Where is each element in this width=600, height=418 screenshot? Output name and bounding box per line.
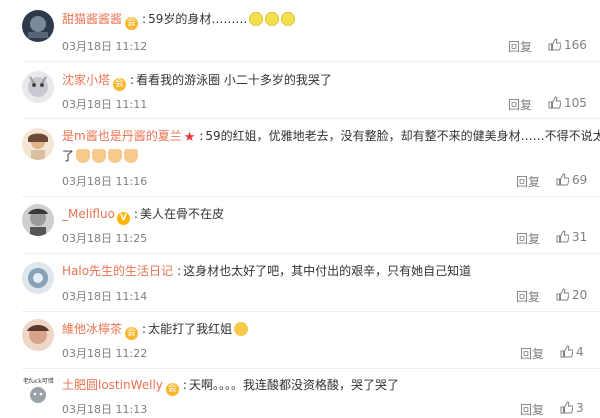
reply-button[interactable]: 回复 [508, 38, 532, 55]
thumbs-up-icon [556, 173, 570, 189]
avatar[interactable] [22, 71, 54, 103]
comment-text: 看看我的游泳圈 小二十多岁的我哭了 [136, 73, 332, 87]
lemon-emoji-icon [281, 12, 296, 26]
like-button[interactable]: 3 [560, 401, 584, 417]
like-button[interactable]: 105 [548, 96, 587, 112]
username-link[interactable]: 維他冰檸茶 [62, 322, 122, 336]
thumbs-up-icon [548, 96, 562, 112]
comment-text: 59岁的身材……… [148, 12, 248, 26]
comment-text: 天啊。。。。我连酸都没资格酸，哭了哭了 [188, 378, 399, 392]
username-link[interactable]: _Melifluo [62, 207, 115, 221]
comment-text: 59的红姐，优雅地老去，没有整脸，却有整不来的健美身材……不得不说太羡慕 [205, 129, 600, 143]
username-link[interactable]: 是m酱也是丹酱的夏兰 [62, 129, 182, 143]
vip-badge-icon: 会 [125, 17, 139, 30]
like-button[interactable]: 166 [548, 38, 587, 54]
comment-time: 03月18日 11:25 [62, 232, 148, 245]
divider [22, 368, 600, 369]
comment-line: 土肥圆lostinWelly 会: 天啊。。。。我连酸都没资格酸，哭了哭了 [62, 378, 399, 396]
vip-badge-icon: 会 [165, 383, 179, 396]
like-button[interactable]: 4 [560, 345, 584, 361]
avatar[interactable] [22, 319, 54, 351]
avatar[interactable] [22, 10, 54, 42]
comment-time: 03月18日 11:12 [62, 40, 148, 53]
like-count: 20 [572, 288, 588, 302]
avatar[interactable] [22, 262, 54, 294]
like-count: 4 [576, 345, 584, 359]
vip-badge-icon: 会 [113, 78, 127, 91]
comment-time: 03月18日 11:13 [62, 403, 148, 416]
comment-text: 太能打了我红姐 [148, 322, 233, 336]
clap-emoji-icon [108, 149, 123, 163]
reply-button[interactable]: 回复 [520, 401, 544, 418]
reply-button[interactable]: 回复 [516, 288, 540, 305]
avatar[interactable] [22, 128, 54, 160]
thumbs-up-icon [548, 38, 562, 54]
star-badge-icon: ★ [183, 130, 196, 145]
comment-line-continued: 了 [62, 148, 590, 165]
username-link[interactable]: 土肥圆lostinWelly [62, 378, 163, 392]
reply-button[interactable]: 回复 [508, 96, 532, 113]
comment-text: 美人在骨不在皮 [139, 207, 224, 221]
verified-v-badge-icon: V [116, 212, 130, 225]
vip-badge-icon: 会 [125, 327, 139, 340]
like-count: 3 [576, 401, 584, 415]
thumbs-up-icon [560, 401, 574, 417]
clap-emoji-icon [76, 149, 91, 163]
comment-time: 03月18日 11:22 [62, 347, 148, 360]
comment-line: 是m酱也是丹酱的夏兰 ★:59的红姐，优雅地老去，没有整脸，却有整不来的健美身材…… [62, 128, 600, 146]
like-button[interactable]: 31 [556, 230, 587, 246]
like-count: 31 [572, 230, 588, 244]
avatar-caption: 老fuck可惜 [23, 377, 54, 385]
comment-time: 03月18日 11:14 [62, 290, 148, 303]
like-button[interactable]: 69 [556, 173, 587, 189]
comment-line: 甜猫酱酱酱会:59岁的身材……… [62, 11, 590, 30]
divider [22, 311, 600, 312]
avatar[interactable] [22, 204, 54, 236]
comment-time: 03月18日 11:11 [62, 98, 148, 111]
like-button[interactable]: 20 [556, 288, 587, 304]
username-link[interactable]: 沈家小塔 [62, 73, 110, 87]
comment-time: 03月18日 11:16 [62, 175, 148, 188]
comment-line: Halo先生的生活日记: 这身材也太好了吧，其中付出的艰辛，只有她自己知道 [62, 264, 472, 278]
clap-emoji-icon [92, 149, 107, 163]
lemon-emoji-icon [249, 12, 264, 26]
clap-emoji-icon [124, 149, 139, 163]
comment-line: 維他冰檸茶会: 太能打了我红姐 [62, 321, 590, 340]
crying-emoji-icon [234, 322, 249, 336]
divider [22, 253, 600, 254]
like-count: 69 [572, 173, 588, 187]
reply-button[interactable]: 回复 [516, 173, 540, 190]
divider [22, 196, 600, 197]
comment-text: 这身材也太好了吧，其中付出的艰辛，只有她自己知道 [183, 264, 472, 278]
divider [22, 61, 600, 62]
comment-text-continued: 了 [62, 149, 75, 163]
like-count: 105 [564, 96, 587, 110]
divider [22, 118, 600, 119]
thumbs-up-icon [556, 230, 570, 246]
reply-button[interactable]: 回复 [516, 230, 540, 247]
lemon-emoji-icon [265, 12, 280, 26]
reply-button[interactable]: 回复 [520, 345, 544, 362]
thumbs-up-icon [556, 288, 570, 304]
avatar[interactable]: 老fuck可惜 [22, 374, 54, 406]
comment-line: _Melifluo V: 美人在骨不在皮 [62, 207, 224, 225]
like-count: 166 [564, 38, 587, 52]
username-link[interactable]: Halo先生的生活日记 [62, 264, 173, 278]
thumbs-up-icon [560, 345, 574, 361]
comment-line: 沈家小塔会: 看看我的游泳圈 小二十多岁的我哭了 [62, 73, 332, 91]
username-link[interactable]: 甜猫酱酱酱 [62, 12, 122, 26]
